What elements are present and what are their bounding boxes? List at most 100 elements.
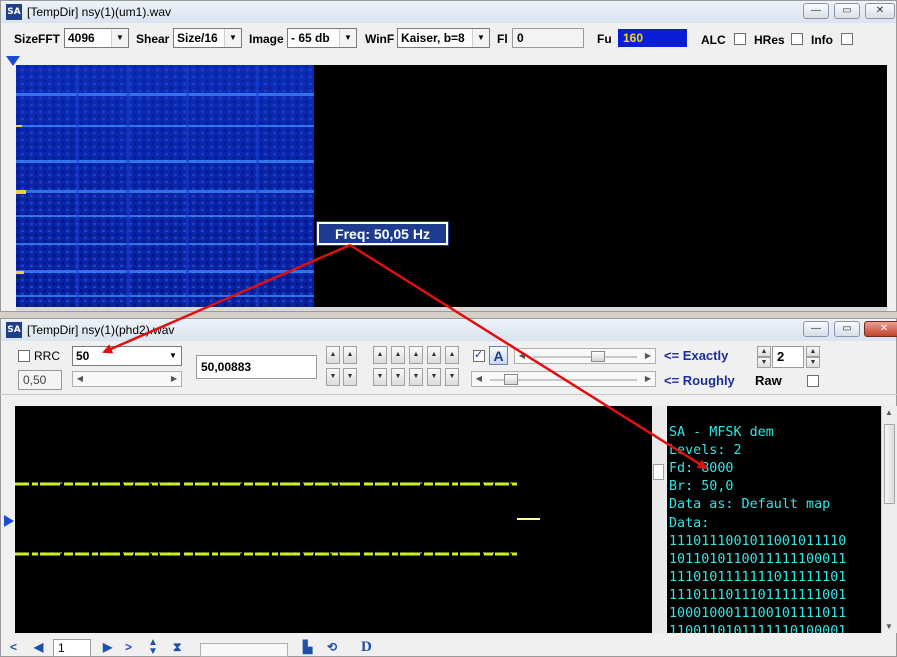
sizefft-label: SizeFFT — [14, 32, 61, 46]
demod-line: Data: — [669, 515, 710, 531]
scroll-down-icon[interactable]: ▼ — [885, 622, 893, 631]
spin-down-icon[interactable]: ▼ — [391, 368, 405, 386]
slider-right-icon[interactable]: ▶ — [167, 372, 181, 386]
shear-value: Size/16 — [177, 31, 218, 45]
slider-left-icon[interactable]: ◀ — [515, 349, 529, 363]
window1-bottom-strip — [16, 307, 887, 311]
sizefft-combo[interactable]: 4096 ▼ — [64, 28, 129, 48]
refresh-icon[interactable]: ⟲ — [327, 640, 337, 654]
position-slider[interactable] — [200, 643, 288, 657]
demod-output-text: SA - MFSK dem Levels: 2 Fd: 8000 Br: 50,0 Da… — [667, 406, 881, 633]
last-page-icon[interactable]: > — [125, 640, 132, 654]
slider-left-icon[interactable]: ◀ — [73, 372, 87, 386]
spin-up-icon[interactable]: ▲ — [343, 346, 357, 364]
levels-field[interactable]: 2 — [772, 346, 804, 368]
info-label: Info — [811, 33, 833, 47]
levels-spin-down-icon[interactable]: ▼ — [757, 357, 771, 368]
scroll-up-icon[interactable]: ▲ — [885, 408, 893, 417]
rrc-checkbox[interactable] — [18, 350, 30, 362]
next-page-icon[interactable]: ▶ — [103, 640, 112, 654]
slider-right-icon[interactable]: ▶ — [641, 372, 655, 386]
slider-right-icon[interactable]: ▶ — [641, 349, 655, 363]
frequency-field[interactable]: 50,00883 — [196, 355, 317, 379]
spin-down-icon[interactable]: ▼ — [373, 368, 387, 386]
a-button[interactable]: A — [489, 346, 508, 365]
rrc-combo[interactable]: 50 ▼ — [72, 346, 182, 366]
fl-field[interactable]: 0 — [512, 28, 584, 48]
winf-combo[interactable]: Kaiser, b=8 ▼ — [397, 28, 490, 48]
spin-up-icon[interactable]: ▲ — [373, 346, 387, 364]
toolbar-separator — [0, 394, 897, 395]
spin-up-icon[interactable]: ▲ — [391, 346, 405, 364]
spin-up-icon[interactable]: ▲ — [445, 346, 459, 364]
dropdown-arrow-icon: ▼ — [224, 29, 241, 47]
slider-left-icon[interactable]: ◀ — [472, 372, 486, 386]
maximize-icon[interactable]: ▭ — [834, 321, 860, 337]
trace-scrollbar[interactable] — [652, 406, 666, 633]
updown-icon[interactable]: ▲ ▼ — [148, 638, 158, 657]
slider-thumb[interactable] — [504, 374, 518, 385]
spin-up-icon[interactable]: ▲ — [427, 346, 441, 364]
scroll-thumb[interactable] — [884, 424, 895, 504]
levels2-spin-down-icon[interactable]: ▼ — [806, 357, 820, 368]
demod-line: 1000100011100101111011 — [669, 606, 847, 622]
demod-line: SA - MFSK dem — [669, 425, 774, 441]
spin-down-icon[interactable]: ▼ — [343, 368, 357, 386]
spin-down-icon[interactable]: ▼ — [445, 368, 459, 386]
first-page-icon[interactable]: < — [10, 640, 17, 654]
demod-line: 1011010110011111100011 — [669, 551, 847, 567]
winf-label: WinF — [365, 32, 395, 46]
scroll-thumb[interactable] — [653, 464, 664, 480]
prev-page-icon[interactable]: ◀ — [34, 640, 43, 654]
demod-line: 1110111001011001011110 — [669, 533, 847, 549]
close-icon[interactable]: ✕ — [864, 321, 897, 337]
a-checkbox[interactable] — [473, 348, 485, 362]
image-combo[interactable]: - 65 db ▼ — [287, 28, 357, 48]
text-scrollbar[interactable]: ▲ ▼ — [881, 406, 897, 633]
demod-line: Fd: 8000 — [669, 461, 734, 477]
spin-down-icon[interactable]: ▼ — [326, 368, 340, 386]
image-value: - 65 db — [291, 31, 330, 45]
minimize-icon[interactable]: — — [803, 321, 829, 337]
maximize-icon[interactable]: ▭ — [834, 3, 860, 19]
slider-track — [533, 356, 637, 358]
rrc-small-field[interactable]: 0,50 — [18, 370, 62, 390]
spin-down-icon[interactable]: ▼ — [427, 368, 441, 386]
roughly-slider[interactable]: ◀ ▶ — [471, 371, 656, 387]
spectrogram-display[interactable] — [16, 65, 887, 307]
info-checkbox[interactable] — [841, 33, 853, 45]
d-button[interactable]: D — [361, 639, 372, 656]
demod-line: 1110101111111011111101 — [669, 569, 847, 585]
spin-down-icon[interactable]: ▼ — [409, 368, 423, 386]
slider-thumb[interactable] — [591, 351, 605, 362]
shear-combo[interactable]: Size/16 ▼ — [173, 28, 242, 48]
exactly-slider[interactable]: ◀ ▶ — [514, 348, 656, 364]
spin-up-icon[interactable]: ▲ — [409, 346, 423, 364]
page-number-field[interactable]: 1 — [53, 639, 91, 657]
raw-checkbox[interactable] — [807, 375, 819, 387]
window-app-icon: SA — [6, 4, 22, 20]
dropdown-arrow-icon: ▼ — [111, 29, 128, 47]
fu-field[interactable]: 160 — [618, 29, 687, 47]
hourglass-icon[interactable]: ⧗ — [173, 640, 181, 655]
dropdown-arrow-icon: ▼ — [165, 347, 181, 365]
close-icon[interactable]: ✕ — [865, 3, 895, 19]
fu-label: Fu — [597, 32, 612, 46]
demod-line: Data as: Default map — [669, 497, 831, 513]
levels-spin-up-icon[interactable]: ▲ — [757, 346, 771, 357]
spectrogram-window: SA [TempDir] nsy(1)(um1).wav — ▭ ✕ SizeF… — [0, 0, 897, 312]
window1-titlebar[interactable]: SA [TempDir] nsy(1)(um1).wav — ▭ ✕ — [1, 1, 896, 23]
alc-checkbox[interactable] — [734, 33, 746, 45]
window2-titlebar[interactable]: SA [TempDir] nsy(1)(phd2).wav — ▭ ✕ — [1, 319, 897, 341]
roughly-label: <= Roughly — [664, 373, 735, 388]
shear-label: Shear — [136, 32, 170, 46]
level-marker-icon[interactable] — [4, 515, 14, 527]
save-icon[interactable]: ▙ — [303, 640, 312, 654]
rrc-slider[interactable]: ◀ ▶ — [72, 371, 182, 387]
spin-up-icon[interactable]: ▲ — [326, 346, 340, 364]
levels2-spin-up-icon[interactable]: ▲ — [806, 346, 820, 357]
frequency-tooltip: Freq: 50,05 Hz — [316, 221, 449, 246]
demod-trace-display[interactable] — [15, 406, 652, 633]
hres-checkbox[interactable] — [791, 33, 803, 45]
minimize-icon[interactable]: — — [803, 3, 829, 19]
